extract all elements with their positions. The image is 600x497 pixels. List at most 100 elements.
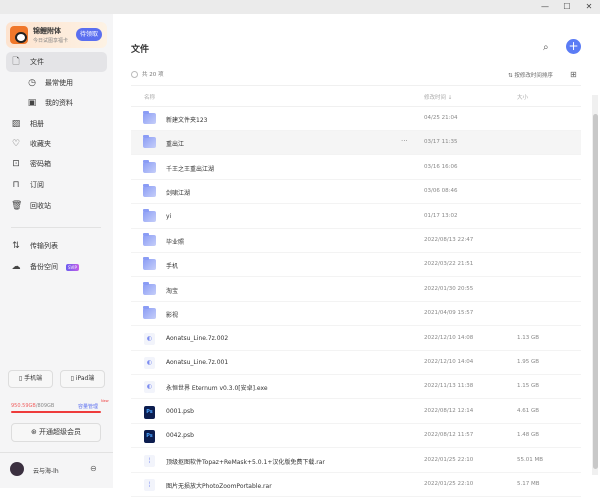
- file-name: 千王之王重出江湖: [166, 165, 215, 173]
- settings-icon[interactable]: ⊖: [90, 464, 97, 473]
- folder-icon: [143, 135, 156, 149]
- vip-button[interactable]: ⊛ 开通超级会员: [11, 423, 101, 442]
- sidebar-item-label: 我的资料: [45, 99, 73, 107]
- new-badge: New: [101, 399, 109, 403]
- document-icon: ▣: [27, 98, 37, 108]
- file-icon: 🗋: [12, 57, 20, 67]
- file-name: 剑啸江湖: [166, 190, 191, 198]
- claim-button[interactable]: 待领取: [76, 28, 102, 41]
- page-title: 文件: [131, 45, 150, 55]
- file-row[interactable]: ◐ Aonatsu_Line.7z.002 2022/12/10 14:08 1.13…: [131, 327, 581, 351]
- file-row[interactable]: 影视 2021/04/09 15:57: [131, 302, 581, 327]
- file-row[interactable]: Ps 0042.psb 2022/08/12 11:57 1.48 GB: [131, 424, 581, 449]
- file-size: 1.13 GB: [517, 334, 540, 341]
- checkbox-icon[interactable]: [131, 71, 138, 78]
- column-name[interactable]: 名称: [144, 93, 155, 101]
- promo-banner[interactable]: 锦鲤附体 今日试图享福卡 待领取: [6, 22, 107, 48]
- storage-usage: 950.59GB/809GB: [11, 403, 54, 409]
- photo-icon: ▨: [11, 119, 21, 129]
- file-name: 0001.psb: [166, 407, 194, 415]
- sidebar-item-label: 备份空间: [30, 263, 58, 271]
- vip-label: 开通超级会员: [39, 428, 82, 436]
- folder-icon: [143, 306, 156, 320]
- sidebar-item[interactable]: ⇅ 传输列表: [6, 236, 107, 256]
- koi-logo-icon: [10, 26, 28, 44]
- trash-icon: 🗑: [11, 201, 23, 211]
- file-row[interactable]: ◐ 永恒世界 Eternum v0.3.0[安卓].exe 2022/11/13 1…: [131, 375, 581, 400]
- sidebar-item[interactable]: 🗑 回收站: [6, 196, 107, 216]
- sidebar-item[interactable]: ⊡ 密码箱: [6, 154, 107, 174]
- sidebar-item[interactable]: ⊓ 订阅: [6, 175, 107, 195]
- sidebar-item-label: 相册: [30, 120, 44, 128]
- ipad-button[interactable]: ▯ iPad端: [60, 370, 105, 388]
- file-row[interactable]: ¦ 顶级抠图软件Topaz+ReMask+5.0.1+汉化版免费下载.rar 202…: [131, 449, 581, 473]
- grid-view-icon[interactable]: ⊞: [570, 70, 577, 79]
- scrollbar-thumb[interactable]: [593, 114, 598, 469]
- select-all[interactable]: 共 20 项: [131, 70, 164, 78]
- title-bar: — ☐ ✕: [0, 0, 600, 14]
- sort-button[interactable]: ⇅ 按修改时间排序: [508, 71, 553, 79]
- file-row[interactable]: 新建文件夹123 04/25 21:04: [131, 107, 581, 131]
- file-row[interactable]: yi 01/17 13:02: [131, 205, 581, 229]
- file-date: 2021/04/09 15:57: [424, 310, 474, 317]
- promo-subtitle: 今日试图享福卡: [33, 38, 69, 44]
- ipad-label: iPad端: [75, 375, 95, 382]
- photoshop-file-icon: Ps: [144, 430, 155, 444]
- file-size: 5.17 MB: [517, 481, 540, 487]
- more-icon[interactable]: ···: [401, 137, 408, 145]
- file-name: 影视: [166, 312, 179, 320]
- divider: [11, 227, 101, 228]
- file-row[interactable]: 毕业照 2022/08/13 22:47: [131, 229, 581, 253]
- file-date: 03/06 08:46: [424, 188, 458, 195]
- file-row[interactable]: 淘宝 2022/01/30 20:55: [131, 278, 581, 302]
- bookmark-icon: ⊓: [12, 180, 20, 190]
- archive-file-icon: ◐: [144, 381, 155, 394]
- promo-title: 锦鲤附体: [33, 27, 61, 35]
- cloud-icon: ☁: [11, 262, 21, 272]
- add-button[interactable]: +: [566, 39, 581, 54]
- main-panel: 文件 ⌕ + 共 20 项 ⇅ 按修改时间排序 ⊞ 名称 修改时间 ↓ 大小 新…: [113, 14, 600, 497]
- sidebar-item[interactable]: ▣ 我的资料: [6, 93, 107, 113]
- file-row[interactable]: 重出江 ··· 03/17 11:35: [131, 131, 581, 156]
- folder-icon: [143, 257, 156, 271]
- file-row[interactable]: 手机 2022/03/22 21:51: [131, 253, 581, 278]
- file-name: 淘宝: [166, 287, 179, 295]
- phone-button[interactable]: ▯ 手机端: [8, 370, 53, 388]
- file-date: 2022/12/10 14:04: [424, 359, 474, 365]
- file-date: 04/25 21:04: [424, 115, 458, 121]
- sidebar-item[interactable]: 🗋 文件: [6, 52, 107, 72]
- sidebar-item-label: 收藏夹: [30, 140, 51, 148]
- username[interactable]: 云与海-lh: [33, 466, 59, 475]
- file-name: 0042.psb: [166, 432, 194, 440]
- file-name: 新建文件夹123: [166, 117, 208, 124]
- file-name: Aonatsu_Line.7z.002: [166, 334, 229, 342]
- file-row[interactable]: 千王之王重出江湖 03/16 16:06: [131, 156, 581, 180]
- sidebar-item[interactable]: ▨ 相册: [6, 114, 107, 134]
- file-date: 2022/11/13 11:38: [424, 383, 474, 390]
- file-size: 55.01 MB: [517, 456, 544, 463]
- folder-icon: [143, 281, 156, 295]
- minimize-button[interactable]: —: [534, 0, 556, 14]
- sidebar-item[interactable]: ◷ 最常使用: [6, 73, 107, 93]
- maximize-button[interactable]: ☐: [556, 0, 578, 14]
- rar-file-icon: ¦: [144, 479, 155, 491]
- file-row[interactable]: Ps 0001.psb 2022/08/12 12:14 4.61 GB: [131, 400, 581, 424]
- file-date: 2022/08/12 12:14: [424, 407, 474, 414]
- sidebar-item[interactable]: ♡ 收藏夹: [6, 134, 107, 154]
- avatar[interactable]: [10, 462, 24, 476]
- sidebar-item-label: 订阅: [30, 181, 44, 189]
- file-date: 2022/01/25 22:10: [424, 456, 474, 463]
- divider: [131, 85, 581, 86]
- file-row[interactable]: ¦ 图片无损放大PhotoZoomPortable.rar 2022/01/25 2…: [131, 473, 581, 497]
- column-size[interactable]: 大小: [517, 93, 528, 101]
- search-icon[interactable]: ⌕: [543, 42, 549, 53]
- sidebar-item[interactable]: ☁ 备份空间 SVIP: [6, 257, 107, 277]
- file-row[interactable]: ◐ Aonatsu_Line.7z.001 2022/12/10 14:04 1.95…: [131, 351, 581, 375]
- svip-badge: SVIP: [66, 264, 79, 271]
- close-button[interactable]: ✕: [578, 0, 600, 14]
- column-modified[interactable]: 修改时间 ↓: [424, 93, 452, 101]
- file-row[interactable]: 剑啸江湖 03/06 08:46: [131, 180, 581, 205]
- archive-file-icon: ◐: [144, 357, 155, 369]
- file-size: 1.48 GB: [517, 432, 540, 439]
- storage-manage-link[interactable]: 容量管理: [78, 403, 98, 410]
